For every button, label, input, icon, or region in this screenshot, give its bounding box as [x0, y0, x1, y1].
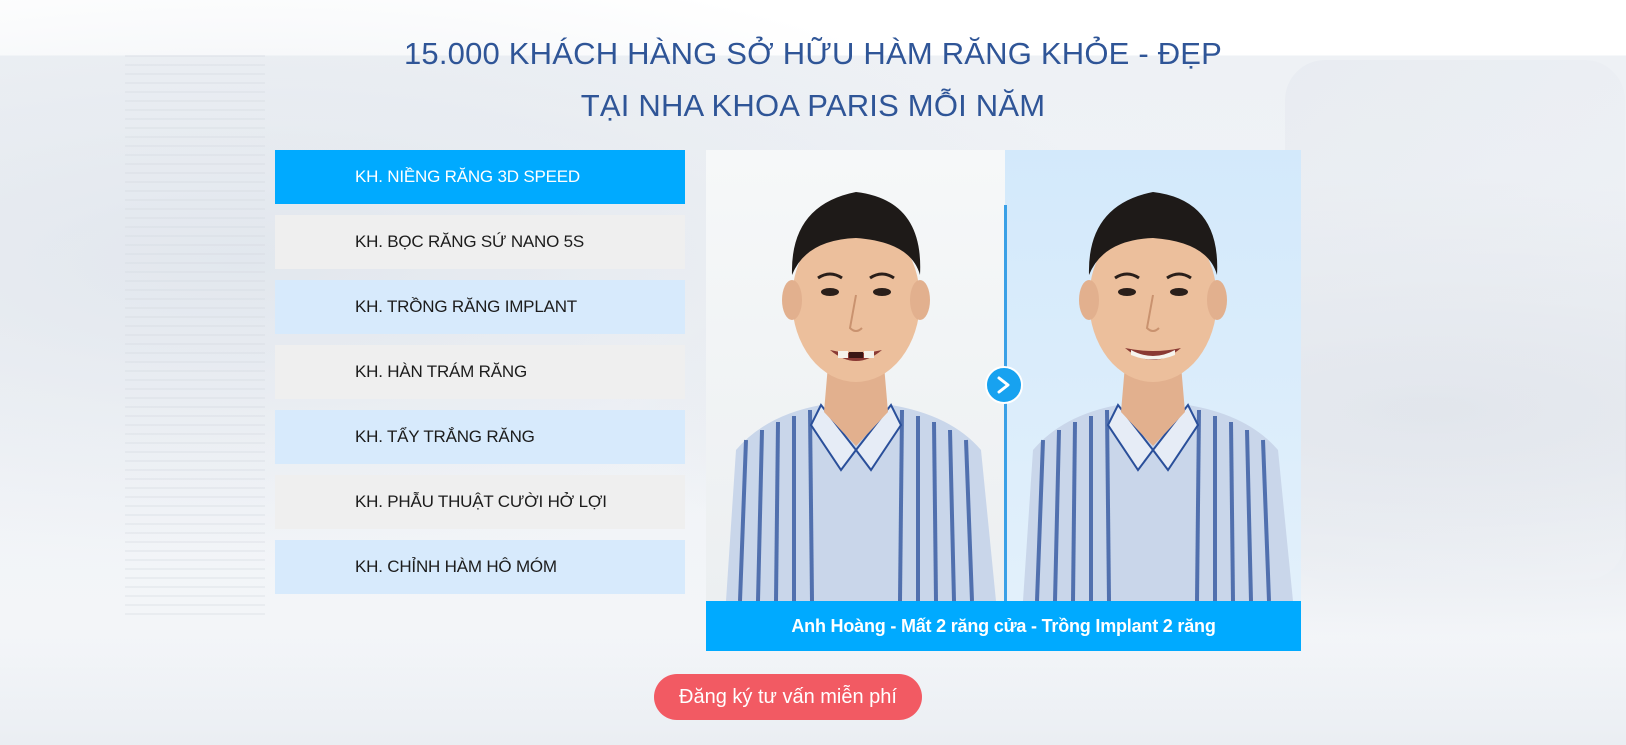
background-window-blind — [125, 55, 265, 615]
headline-line-2: TẠI NHA KHOA PARIS MỖI NĂM — [580, 88, 1046, 123]
tab-chinh-ham-ho-mom[interactable]: KH. CHỈNH HÀM HÔ MÓM — [275, 540, 685, 594]
showcase-caption: Anh Hoàng - Mất 2 răng cửa - Trồng Impla… — [706, 601, 1301, 651]
next-button[interactable] — [985, 366, 1023, 404]
tab-nieng-rang-3d-speed[interactable]: KH. NIỀNG RĂNG 3D SPEED — [275, 150, 685, 204]
headline-line-1: 15.000 KHÁCH HÀNG SỞ HỮU HÀM RĂNG KHỎE -… — [403, 36, 1223, 71]
tab-tay-trang-rang[interactable]: KH. TẨY TRẮNG RĂNG — [275, 410, 685, 464]
tab-trong-rang-implant[interactable]: KH. TRỒNG RĂNG IMPLANT — [275, 280, 685, 334]
after-photo — [1005, 150, 1301, 601]
background-dental-chair — [1285, 60, 1625, 580]
tab-phau-thuat-cuoi-ho-loi[interactable]: KH. PHẪU THUẬT CƯỜI HỞ LỢI — [275, 475, 685, 529]
chevron-right-icon — [997, 376, 1010, 394]
treatment-tabs: KH. NIỀNG RĂNG 3D SPEED KH. BỌC RĂNG SỨ … — [275, 150, 685, 605]
free-consultation-button[interactable]: Đăng ký tư vấn miễn phí — [654, 674, 922, 720]
before-after-showcase: Anh Hoàng - Mất 2 răng cửa - Trồng Impla… — [706, 150, 1301, 651]
tab-han-tram-rang[interactable]: KH. HÀN TRÁM RĂNG — [275, 345, 685, 399]
tab-boc-rang-su-nano-5s[interactable]: KH. BỌC RĂNG SỨ NANO 5S — [275, 215, 685, 269]
before-photo — [706, 150, 1005, 601]
page-headline: 15.000 KHÁCH HÀNG SỞ HỮU HÀM RĂNG KHỎE -… — [0, 28, 1626, 132]
